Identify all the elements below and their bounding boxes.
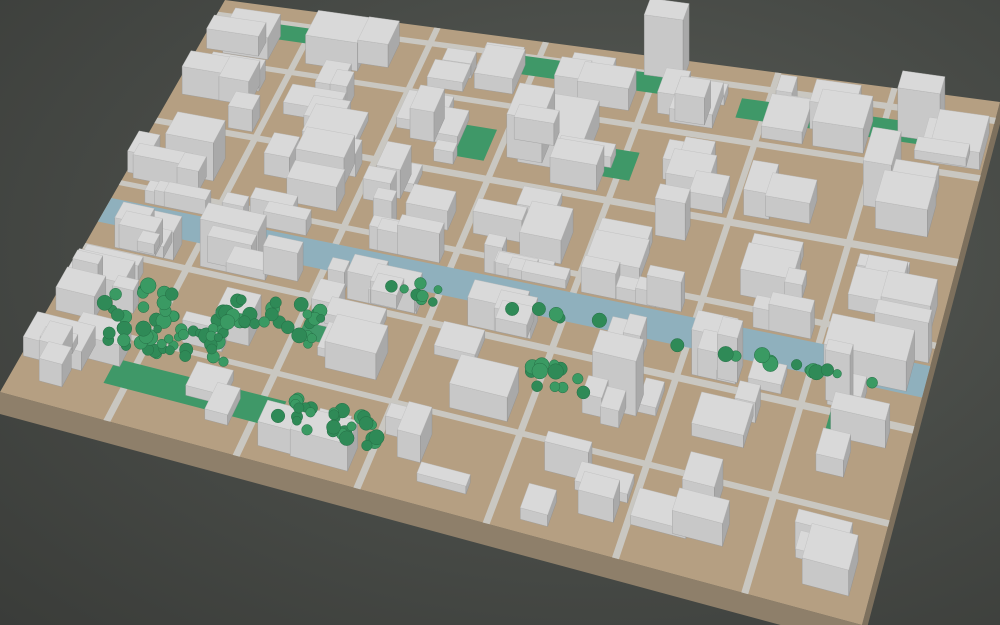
tree-3-1 [531,380,543,392]
tree-4-1 [866,376,878,389]
scene-viewport[interactable] [0,0,1000,625]
tree-0-41 [164,334,174,344]
tree-3-5 [572,373,584,385]
tree-0-50 [213,333,223,342]
building-36 [513,103,560,146]
building-62 [765,172,818,225]
building-23 [674,75,711,126]
building-98 [262,234,304,282]
building-175 [801,523,859,597]
tree-1-5 [249,318,261,330]
tree-0-58 [165,287,179,301]
city-model [0,0,1000,625]
building-front-face [357,39,389,68]
tree-5-6 [433,285,443,294]
tree-4-12 [820,363,834,377]
building-29 [227,91,261,133]
tree-2-24 [346,421,357,432]
tree-4-16 [832,369,842,379]
tree-5-5 [399,284,409,294]
tree-5-4 [414,277,427,290]
tree-3-11 [549,381,561,393]
tree-2-20 [328,409,340,421]
tree-1-17 [306,333,317,344]
tree-0-34 [102,326,116,340]
tree-2-8 [305,407,316,418]
tree-1-23 [236,294,247,306]
tree-1-24 [281,320,295,335]
tree-4-2 [791,359,803,371]
tree-0-36 [137,301,150,313]
tree-5-3 [416,289,429,303]
tree-0-49 [135,320,152,337]
tree-4-5 [531,302,546,316]
tree-2-27 [339,430,355,446]
building-33 [812,88,874,154]
building-41 [433,139,458,165]
tree-1-19 [316,314,326,323]
tree-4-13 [548,306,564,322]
building-170 [577,470,620,523]
building-99 [784,267,807,299]
tree-4-9 [717,346,734,363]
tree-2-28 [368,429,385,446]
tree-4-11 [591,312,607,328]
tree-3-9 [547,363,564,380]
tree-0-46 [177,329,189,340]
building-117 [768,291,815,340]
tree-0-44 [206,343,218,355]
tree-3-10 [531,362,548,380]
building-front-face [227,105,253,133]
tree-2-29 [301,424,313,436]
tree-2-25 [359,416,374,431]
building-81 [397,214,445,264]
tree-1-14 [219,314,236,330]
tree-3-0 [576,385,591,400]
tree-5-0 [428,297,438,307]
building-123 [55,266,107,320]
building-58 [688,170,731,214]
tree-4-10 [505,301,520,316]
tree-0-43 [165,345,175,356]
building-64 [875,169,937,238]
building-8 [426,59,472,92]
tree-4-14 [670,338,685,353]
building-101 [580,255,621,300]
building-49 [549,137,605,191]
building-138 [324,313,389,381]
tree-0-54 [179,350,192,362]
tree-0-7 [109,287,122,301]
tree-2-23 [270,408,286,423]
building-109 [646,264,685,312]
tree-0-18 [96,294,113,311]
building-159 [815,427,851,478]
building-71 [654,183,691,241]
tree-4-17 [754,347,771,364]
tree-0-59 [117,333,131,347]
tree-0-33 [111,308,125,322]
tree-0-4 [218,356,229,367]
tree-0-53 [140,277,157,294]
tree-2-14 [293,402,305,414]
building-front-face [674,92,705,126]
building-front-face [655,197,686,241]
tree-5-7 [385,280,398,293]
tree-1-21 [293,297,309,312]
tree-1-13 [269,296,282,309]
building-front-face [409,107,435,143]
tree-2-26 [326,419,341,435]
tree-1-20 [258,316,270,328]
tree-2-16 [292,416,302,426]
tree-1-22 [238,315,251,328]
tree-0-51 [153,324,162,334]
